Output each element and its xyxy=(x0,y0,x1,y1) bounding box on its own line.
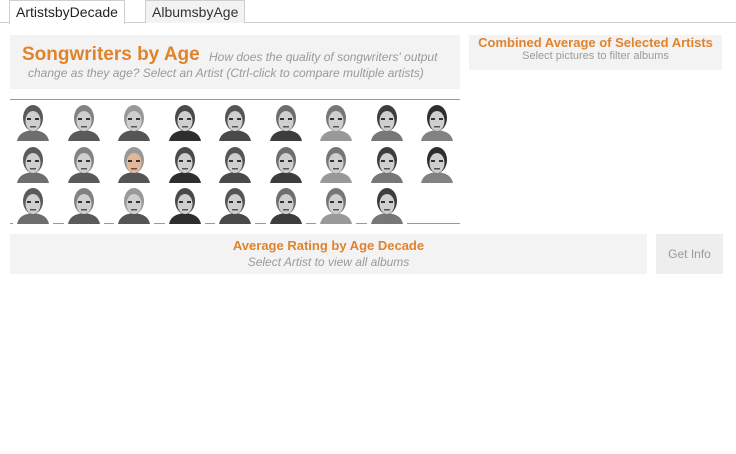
tab-bar: ArtistsbyDecade AlbumsbyAge xyxy=(0,0,736,24)
artist-portrait-icon[interactable] xyxy=(366,184,407,224)
artist-portrait-icon[interactable] xyxy=(13,184,53,224)
combined-average-subtitle: Select pictures to filter albums xyxy=(522,50,669,62)
artist-portrait-icon[interactable] xyxy=(164,101,205,141)
artist-portrait-icon[interactable] xyxy=(114,142,154,183)
combined-average-title: Combined Average of Selected Artists xyxy=(478,35,713,50)
page-subtitle-line-2: change as they age? Select an Artist (Ct… xyxy=(28,66,424,80)
combined-average-panel: Combined Average of Selected Artists Sel… xyxy=(469,35,722,70)
page-subtitle-line-1: How does the quality of songwriters' out… xyxy=(209,50,438,64)
tab-artists-by-decade[interactable]: ArtistsbyDecade xyxy=(9,0,125,24)
artist-portrait-icon[interactable] xyxy=(164,142,205,183)
artist-portrait-icon[interactable] xyxy=(63,184,104,224)
artist-portrait-icon[interactable] xyxy=(215,101,255,141)
artist-portrait-icon[interactable] xyxy=(265,184,306,224)
average-rating-panel: Average Rating by Age Decade Select Arti… xyxy=(10,234,647,274)
tab-albums-by-age[interactable]: AlbumsbyAge xyxy=(145,0,246,23)
artist-picture-grid xyxy=(10,99,460,224)
artist-portrait-icon[interactable] xyxy=(114,101,154,141)
artist-portrait-icon[interactable] xyxy=(417,101,457,141)
artist-portrait-icon[interactable] xyxy=(417,142,457,183)
artist-portrait-icon[interactable] xyxy=(114,184,154,224)
average-rating-title: Average Rating by Age Decade xyxy=(232,238,425,253)
artist-portrait-icon[interactable] xyxy=(13,101,53,141)
artist-portrait-icon[interactable] xyxy=(265,101,306,141)
artist-portrait-icon[interactable] xyxy=(366,101,407,141)
artist-portrait-icon[interactable] xyxy=(63,101,104,141)
page-title: Songwriters by Age xyxy=(22,44,200,65)
artist-portrait-icon[interactable] xyxy=(316,142,356,183)
artist-portrait-icon[interactable] xyxy=(265,142,306,183)
average-rating-subtitle: Select Artist to view all albums xyxy=(247,255,410,269)
artist-portrait-icon[interactable] xyxy=(164,184,205,224)
title-panel: Songwriters by Age How does the quality … xyxy=(10,35,460,89)
artist-portrait-icon[interactable] xyxy=(366,142,407,183)
artist-portrait-icon[interactable] xyxy=(215,142,255,183)
artist-portrait-icon[interactable] xyxy=(13,142,53,183)
artist-portrait-icon[interactable] xyxy=(215,184,255,224)
artist-portrait-icon[interactable] xyxy=(316,184,356,224)
artist-portrait-icon[interactable] xyxy=(63,142,104,183)
artist-portrait-icon[interactable] xyxy=(316,101,356,141)
get-info-button[interactable]: Get Info xyxy=(656,234,723,274)
